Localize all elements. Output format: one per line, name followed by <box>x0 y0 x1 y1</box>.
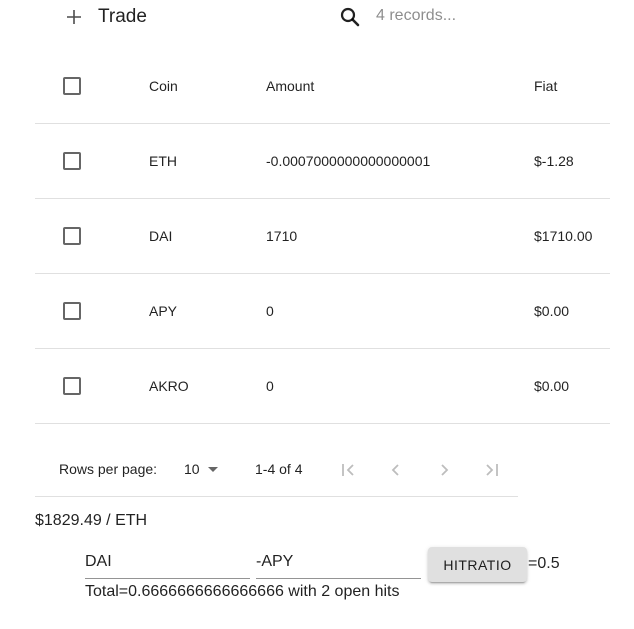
row-checkbox[interactable] <box>63 302 81 320</box>
total-open-hits: Total=0.6666666666666666 with 2 open hit… <box>85 583 400 600</box>
second-coin-input[interactable] <box>256 548 421 576</box>
chevron-right-icon <box>441 464 449 476</box>
chevron-left-icon <box>391 464 399 476</box>
last-page-button[interactable] <box>480 458 504 482</box>
row-checkbox[interactable] <box>63 227 81 245</box>
coins-table: Coin Amount Fiat ETH -0.0007000000000000… <box>35 49 610 424</box>
coin-cell: DAI <box>149 228 173 244</box>
coin-cell: AKRO <box>149 378 189 394</box>
coin-cell: ETH <box>149 153 177 169</box>
fiat-cell: $0.00 <box>534 378 570 394</box>
table-row[interactable]: DAI 1710 $1710.00 <box>35 199 610 274</box>
row-checkbox[interactable] <box>63 377 81 395</box>
search-input[interactable] <box>376 4 576 28</box>
coin-cell: APY <box>149 303 178 319</box>
row-checkbox[interactable] <box>63 152 81 170</box>
toolbar: Trade <box>0 0 634 34</box>
column-header-amount[interactable]: Amount <box>266 49 314 123</box>
amount-cell: 1710 <box>266 228 298 244</box>
first-page-icon <box>342 464 354 476</box>
hitratio-button[interactable]: HITRATIO <box>428 547 527 582</box>
amount-cell: -0.0007000000000000001 <box>266 153 431 169</box>
first-coin-field[interactable] <box>85 548 250 579</box>
table-row[interactable]: APY 0 $0.00 <box>35 274 610 349</box>
dropdown-arrow-icon <box>207 466 218 472</box>
page-range: 1-4 of 4 <box>255 461 303 477</box>
eth-price: $1829.49 / ETH <box>35 512 148 529</box>
fiat-cell: $0.00 <box>534 303 570 319</box>
fiat-cell: $-1.28 <box>534 153 574 169</box>
table-header-row: Coin Amount Fiat <box>35 49 610 124</box>
add-trade-label: Trade <box>98 6 147 27</box>
table-pagination: Rows per page: 10 1-4 of 4 <box>35 444 518 497</box>
plus-icon <box>62 5 86 29</box>
previous-page-button[interactable] <box>384 458 408 482</box>
rows-per-page-label: Rows per page: <box>59 461 158 477</box>
second-coin-field[interactable] <box>256 548 421 579</box>
search-icon <box>338 5 362 29</box>
rows-per-page-select[interactable]: 10 <box>184 461 218 477</box>
first-coin-input[interactable] <box>85 548 250 576</box>
add-trade-button[interactable]: Trade <box>62 4 147 30</box>
table-row[interactable]: AKRO 0 $0.00 <box>35 349 610 424</box>
amount-cell: 0 <box>266 378 274 394</box>
column-header-fiat[interactable]: Fiat <box>534 49 557 123</box>
fiat-cell: $1710.00 <box>534 228 593 244</box>
table-row[interactable]: ETH -0.0007000000000000001 $-1.28 <box>35 124 610 199</box>
column-header-coin[interactable]: Coin <box>149 49 178 123</box>
amount-cell: 0 <box>266 303 274 319</box>
hit-ratio-value: =0.5 <box>528 555 560 572</box>
last-page-icon <box>486 464 498 476</box>
select-all-checkbox[interactable] <box>63 77 81 95</box>
rows-per-page-value: 10 <box>184 461 200 477</box>
next-page-button[interactable] <box>432 458 456 482</box>
page: Trade Coin Amount Fiat ETH -0.0007000000… <box>0 0 634 629</box>
first-page-button[interactable] <box>336 458 360 482</box>
